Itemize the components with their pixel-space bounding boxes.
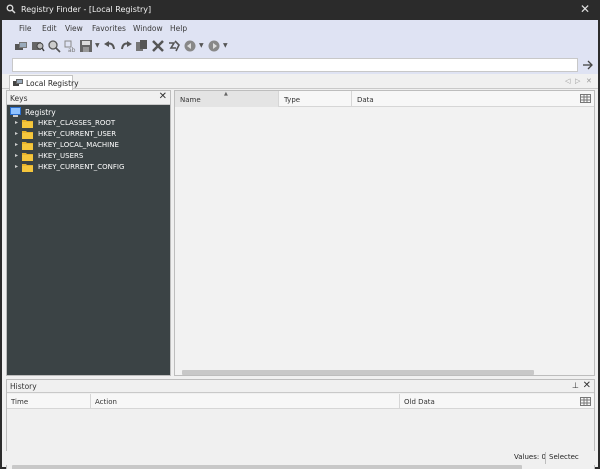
folder-icon <box>22 151 33 161</box>
go-arrow-icon[interactable] <box>582 59 594 71</box>
tree-item-label: HKEY_CURRENT_USER <box>38 130 117 138</box>
values-column-header: Name ▲ Type Data <box>175 91 594 107</box>
folder-icon <box>22 162 33 172</box>
save-dropdown-icon[interactable]: ▼ <box>95 41 101 51</box>
column-header-label: Old Data <box>404 398 435 406</box>
tab-close-icon[interactable]: ✕ <box>586 77 592 85</box>
back-dropdown-icon[interactable]: ▼ <box>199 41 205 51</box>
status-selected: Selectec <box>549 453 579 461</box>
status-values-count: Values: 0 <box>514 453 546 461</box>
column-header-label: Type <box>284 96 301 104</box>
tree-item-label: HKEY_CURRENT_CONFIG <box>38 163 125 171</box>
save-icon[interactable] <box>79 39 93 53</box>
registry-icon <box>10 107 21 117</box>
pin-icon[interactable]: ⊥ <box>572 381 579 390</box>
find-icon[interactable] <box>31 39 45 53</box>
address-input[interactable] <box>12 58 578 72</box>
expand-arrow-icon[interactable]: ▸ <box>15 152 18 159</box>
svg-text:ab: ab <box>68 47 76 53</box>
tab-scroll-left-icon[interactable]: ◁ <box>565 77 570 85</box>
menu-help[interactable]: Help <box>170 24 187 33</box>
column-header-action[interactable]: Action <box>91 394 400 409</box>
folder-icon <box>22 118 33 128</box>
column-chooser-icon[interactable] <box>580 94 591 103</box>
menu-favorites[interactable]: Favorites <box>92 24 126 33</box>
column-header-data[interactable]: Data <box>352 91 572 107</box>
address-bar <box>2 57 598 74</box>
history-panel-header: History ⊥ ✕ <box>7 380 594 393</box>
tab-local-registry[interactable]: Local Registry <box>9 75 79 90</box>
column-header-old-data[interactable]: Old Data <box>400 394 575 409</box>
values-panel: Name ▲ Type Data <box>174 90 595 376</box>
keys-panel-close-button[interactable]: ✕ <box>159 91 167 102</box>
toolbar: ab ▼ ▼ ▼ <box>2 36 598 57</box>
values-horizontal-scrollbar[interactable] <box>182 370 534 375</box>
tab-scroll-right-icon[interactable]: ▷ <box>575 77 580 85</box>
tree-item-label: HKEY_LOCAL_MACHINE <box>38 141 119 149</box>
history-panel-title: History <box>10 382 37 391</box>
keys-panel-header: Keys ✕ <box>7 91 170 105</box>
tree-item-label: HKEY_CLASSES_ROOT <box>38 119 116 127</box>
tree-item-label: HKEY_USERS <box>38 152 84 160</box>
column-header-label: Action <box>95 398 117 406</box>
folder-icon <box>22 129 33 139</box>
status-separator <box>545 452 546 464</box>
column-header-type[interactable]: Type <box>279 91 352 107</box>
connect-icon[interactable] <box>14 39 28 53</box>
rename-icon[interactable] <box>167 39 181 53</box>
search-icon[interactable] <box>47 39 61 53</box>
column-chooser-icon[interactable] <box>580 397 591 406</box>
app-magnifier-icon <box>6 4 16 14</box>
history-panel-close-button[interactable]: ✕ <box>583 380 591 391</box>
menu-file[interactable]: File <box>19 24 32 33</box>
document-tab-strip: Local Registry ◁ ▷ ✕ <box>2 74 598 90</box>
keys-panel: Keys ✕ Registry ▸ HKEY_CLASSES_ROOT ▸ HK… <box>6 90 171 376</box>
redo-icon[interactable] <box>119 39 133 53</box>
expand-arrow-icon[interactable]: ▸ <box>15 141 18 148</box>
status-bar: Values: 0 Selectec <box>2 451 598 465</box>
computer-icon <box>13 79 23 87</box>
undo-icon[interactable] <box>103 39 117 53</box>
window-title: Registry Finder - [Local Registry] <box>21 5 152 14</box>
copy-icon[interactable] <box>135 39 149 53</box>
sort-ascending-icon: ▲ <box>224 91 228 97</box>
column-header-label: Name <box>180 96 201 104</box>
column-header-time[interactable]: Time <box>7 394 91 409</box>
back-icon[interactable] <box>183 39 197 53</box>
forward-icon[interactable] <box>207 39 221 53</box>
expand-arrow-icon[interactable]: ▸ <box>15 130 18 137</box>
column-header-label: Time <box>11 398 29 406</box>
title-bar: Registry Finder - [Local Registry] ✕ <box>0 0 600 20</box>
history-horizontal-scrollbar[interactable] <box>12 465 522 469</box>
delete-icon[interactable] <box>151 39 165 53</box>
tree-root-label: Registry <box>25 108 56 117</box>
expand-arrow-icon[interactable]: ▸ <box>15 163 18 170</box>
window-close-button[interactable]: ✕ <box>578 2 592 16</box>
forward-dropdown-icon[interactable]: ▼ <box>223 41 229 51</box>
menu-window[interactable]: Window <box>133 24 163 33</box>
replace-icon[interactable]: ab <box>63 39 77 53</box>
menu-edit[interactable]: Edit <box>42 24 57 33</box>
menu-view[interactable]: View <box>65 24 83 33</box>
keys-panel-title: Keys <box>10 94 28 103</box>
folder-icon <box>22 140 33 150</box>
main-frame: File Edit View Favorites Window Help ab … <box>2 20 598 469</box>
column-header-label: Data <box>357 96 374 104</box>
column-header-name[interactable]: Name ▲ <box>175 91 279 107</box>
menu-bar: File Edit View Favorites Window Help <box>2 20 598 36</box>
expand-arrow-icon[interactable]: ▸ <box>15 119 18 126</box>
tab-label: Local Registry <box>26 79 79 88</box>
history-column-header: Time Action Old Data <box>7 394 594 409</box>
